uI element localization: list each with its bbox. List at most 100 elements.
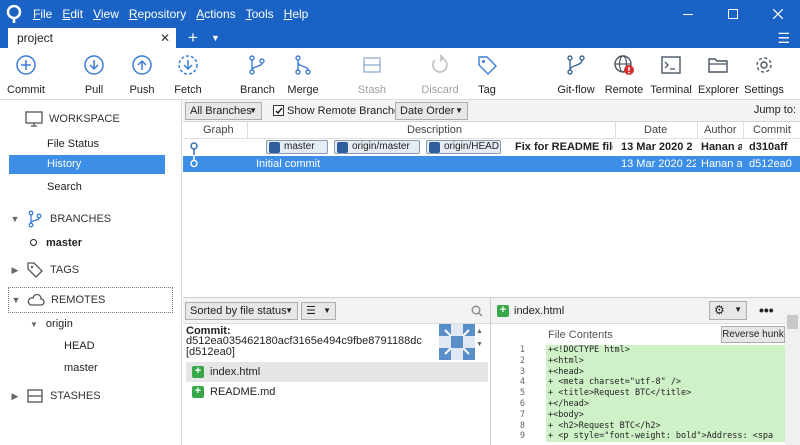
diff-hunk-header: File Contents Reverse hunk bbox=[491, 324, 786, 344]
order-dropdown[interactable]: Date Order ▼ bbox=[395, 102, 468, 120]
menu-help[interactable]: Help bbox=[279, 0, 314, 28]
file-added-icon: + bbox=[192, 386, 204, 398]
menu-view[interactable]: View bbox=[88, 0, 124, 28]
commit-row[interactable]: master origin/master origin/HEAD Fix for… bbox=[183, 139, 800, 155]
sidebar: WORKSPACE File Status History Search ▼ B… bbox=[0, 100, 182, 445]
column-header-date[interactable]: Date bbox=[644, 122, 667, 139]
commit-date: 13 Mar 2020 2 bbox=[621, 141, 693, 153]
chevron-down-icon: ▼ bbox=[734, 305, 742, 314]
list-icon: ☰ bbox=[306, 305, 316, 317]
sidebar-section-tags[interactable]: ▶ TAGS bbox=[0, 257, 182, 283]
sidebar-section-branches[interactable]: ▼ BRANCHES bbox=[0, 206, 182, 232]
search-icon[interactable] bbox=[471, 305, 483, 317]
close-window-button[interactable] bbox=[755, 0, 800, 28]
menu-edit[interactable]: Edit bbox=[57, 0, 88, 28]
tab-dropdown-icon[interactable]: ▼ bbox=[211, 29, 220, 48]
diff-line: 6 +</head> bbox=[491, 399, 786, 410]
title-bar: File Edit View Repository Actions Tools … bbox=[0, 0, 800, 28]
chevron-down-icon: ▼ bbox=[30, 320, 38, 329]
chevron-down-icon: ▼ bbox=[323, 306, 331, 315]
terminal-button[interactable]: Terminal bbox=[650, 54, 692, 98]
branch-button[interactable]: Branch bbox=[240, 54, 275, 98]
tag-button[interactable]: Tag bbox=[476, 54, 498, 98]
reverse-hunk-button[interactable]: Reverse hunk bbox=[721, 326, 785, 343]
diff-line: 9 + <p style="font-weight: bold">Address:… bbox=[491, 431, 786, 443]
details-scrollbar[interactable]: ▲ ▼ bbox=[476, 328, 488, 356]
show-remote-branches-checkbox[interactable]: Show Remote Branches bbox=[273, 105, 406, 117]
settings-button[interactable]: Settings bbox=[744, 54, 784, 98]
merge-button[interactable]: Merge bbox=[286, 54, 320, 98]
fetch-button[interactable]: Fetch bbox=[172, 54, 204, 98]
menu-actions[interactable]: Actions bbox=[191, 0, 240, 28]
chevron-right-icon: ▶ bbox=[11, 264, 19, 275]
toolbar: Commit Pull Push Fetch Branch Merge Stas… bbox=[0, 48, 800, 100]
diff-line: 7 +<body> bbox=[491, 409, 786, 421]
sidebar-remote-master[interactable]: master bbox=[64, 362, 98, 374]
sidebar-remote-origin[interactable]: ▼ origin bbox=[30, 318, 73, 330]
sidebar-branch-master[interactable]: master bbox=[30, 237, 82, 249]
pull-button[interactable]: Pull bbox=[78, 54, 110, 98]
chevron-right-icon: ▶ bbox=[11, 390, 19, 401]
file-row-index-html[interactable]: + index.html bbox=[186, 362, 488, 382]
menu-tools[interactable]: Tools bbox=[241, 0, 279, 28]
diff-scrollbar[interactable] bbox=[785, 313, 800, 445]
menu-bar: File Edit View Repository Actions Tools … bbox=[28, 0, 313, 28]
sidebar-item-history[interactable]: History bbox=[9, 155, 165, 174]
discard-button[interactable]: Discard bbox=[420, 54, 460, 98]
explorer-button[interactable]: Explorer bbox=[698, 54, 739, 98]
tab-label: project bbox=[17, 31, 54, 45]
new-tab-button[interactable]: + bbox=[184, 28, 202, 48]
sidebar-section-stashes[interactable]: ▶ STASHES bbox=[0, 383, 182, 409]
history-filter-bar: All Branches ▼ Show Remote Branches Date … bbox=[183, 100, 800, 122]
push-button[interactable]: Push bbox=[126, 54, 158, 98]
branch-tag-origin-master: origin/master bbox=[334, 140, 420, 154]
maximize-button[interactable] bbox=[710, 0, 755, 28]
commit-button[interactable]: Commit bbox=[6, 54, 46, 98]
graph-node-icon bbox=[190, 142, 198, 155]
minimize-button[interactable] bbox=[665, 0, 710, 28]
column-header-commit[interactable]: Commit bbox=[753, 122, 791, 139]
column-header-author[interactable]: Author bbox=[704, 122, 736, 139]
chevron-up-icon: ▲ bbox=[476, 328, 483, 335]
close-tab-icon[interactable]: ✕ bbox=[160, 28, 170, 48]
commit-row[interactable]: Initial commit 13 Mar 2020 22 Hanan a d5… bbox=[183, 156, 800, 172]
stash-icon bbox=[363, 57, 381, 73]
menu-repository[interactable]: Repository bbox=[124, 0, 191, 28]
sidebar-item-file-status[interactable]: File Status bbox=[47, 138, 99, 150]
gitflow-button[interactable]: Git-flow bbox=[556, 54, 596, 98]
diff-toolbar: + index.html ⚙ ▼ ••• bbox=[491, 298, 800, 324]
branch-tag-origin-head: origin/HEAD bbox=[426, 140, 501, 154]
commit-message: Initial commit bbox=[256, 158, 321, 170]
explorer-folder-icon bbox=[708, 58, 728, 73]
sidebar-item-search[interactable]: Search bbox=[47, 181, 82, 193]
tag-icon bbox=[478, 56, 497, 75]
stash-button[interactable]: Stash bbox=[356, 54, 388, 98]
tab-project[interactable]: project ✕ bbox=[8, 28, 176, 48]
more-options-icon[interactable]: ••• bbox=[759, 302, 774, 318]
branches-filter-dropdown[interactable]: All Branches ▼ bbox=[185, 102, 262, 120]
commit-message: Fix for README file bbox=[515, 141, 613, 153]
diff-line: 1 +<!DOCTYPE html> bbox=[491, 345, 786, 356]
sort-dropdown[interactable]: Sorted by file status ▼ bbox=[185, 302, 298, 320]
diff-file-name: index.html bbox=[514, 305, 565, 317]
remote-button[interactable]: Remote bbox=[604, 54, 644, 98]
sidebar-remote-head[interactable]: HEAD bbox=[64, 340, 95, 352]
diff-options-dropdown[interactable]: ⚙ ▼ bbox=[709, 301, 747, 320]
commit-author: Hanan a bbox=[701, 158, 742, 170]
remote-globe-icon bbox=[614, 55, 634, 75]
scrollbar-thumb[interactable] bbox=[787, 315, 798, 329]
menu-file[interactable]: File bbox=[28, 0, 57, 28]
sidebar-section-workspace[interactable]: WORKSPACE bbox=[0, 106, 182, 132]
fetch-icon bbox=[178, 55, 198, 75]
file-row-readme[interactable]: + README.md bbox=[186, 382, 488, 402]
column-header-description[interactable]: Description bbox=[407, 122, 462, 139]
chevron-down-icon: ▼ bbox=[476, 341, 483, 348]
column-header-graph[interactable]: Graph bbox=[203, 122, 234, 139]
view-mode-dropdown[interactable]: ☰ ▼ bbox=[301, 302, 336, 320]
chevron-down-icon: ▼ bbox=[285, 306, 293, 315]
jump-to-label: Jump to: bbox=[753, 104, 796, 116]
sidebar-section-remotes[interactable]: ▼ REMOTES bbox=[8, 287, 173, 313]
commit-date: 13 Mar 2020 22 bbox=[621, 158, 696, 170]
history-table-header: Graph Description Date Author Commit bbox=[183, 122, 800, 139]
hamburger-menu-icon[interactable]: ☰ bbox=[777, 28, 790, 48]
